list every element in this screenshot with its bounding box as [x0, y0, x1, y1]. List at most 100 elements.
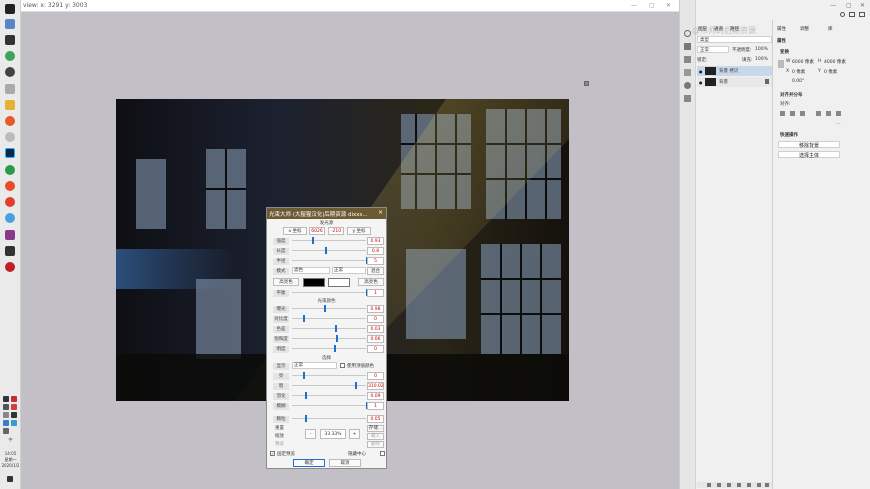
- tray-icon-8[interactable]: [11, 420, 17, 426]
- info-icon[interactable]: [684, 30, 691, 37]
- color-swatch-white[interactable]: [328, 278, 350, 287]
- tray-icon-3[interactable]: [3, 404, 9, 410]
- app-icon-8[interactable]: [5, 181, 15, 191]
- slider-value[interactable]: 0.93: [367, 237, 384, 245]
- tab-paths[interactable]: 路径: [730, 26, 739, 32]
- tray-icon-1[interactable]: [3, 396, 9, 402]
- more-options-icon[interactable]: ···: [836, 121, 841, 127]
- w-value[interactable]: 6000 像素: [792, 59, 814, 65]
- clock-time[interactable]: 14:05: [0, 451, 21, 456]
- tab-layers[interactable]: 图层: [698, 26, 707, 32]
- new-layer-icon[interactable]: [757, 483, 761, 487]
- y-value[interactable]: 0 像素: [824, 69, 837, 75]
- mode-select[interactable]: 滤色: [292, 267, 330, 274]
- slider-value[interactable]: 0.09: [367, 392, 384, 400]
- notification-icon[interactable]: [7, 476, 13, 482]
- tray-icon-4[interactable]: [11, 404, 17, 410]
- share-icon[interactable]: [859, 12, 865, 17]
- slider-value[interactable]: 0.06: [367, 335, 384, 343]
- app-icon-12[interactable]: [5, 246, 15, 256]
- folder-icon[interactable]: [5, 100, 15, 110]
- tray-icon-6[interactable]: [11, 412, 17, 418]
- slider-value[interactable]: 0.98: [367, 305, 384, 313]
- blend-mode-select[interactable]: 正常: [697, 46, 729, 53]
- y-coord-input[interactable]: -210: [328, 227, 344, 235]
- workspace-icon[interactable]: [849, 12, 855, 17]
- app-icon-9[interactable]: [5, 197, 15, 207]
- app-icon-1[interactable]: [5, 19, 15, 29]
- slider-thumb[interactable]: [336, 335, 338, 342]
- dialog-close-button[interactable]: ×: [378, 209, 383, 216]
- adjust-icon[interactable]: [684, 56, 691, 63]
- align-center-icon[interactable]: [790, 111, 795, 116]
- blend-button[interactable]: 混合: [367, 267, 384, 275]
- slider-thumb[interactable]: [303, 372, 305, 379]
- minimize-button[interactable]: —: [631, 2, 637, 9]
- eye-icon[interactable]: ●: [699, 80, 703, 85]
- slider-track[interactable]: [292, 382, 366, 389]
- layer-row[interactable]: ● 背景: [697, 77, 772, 87]
- reset-label[interactable]: 重置: [275, 425, 284, 431]
- use-color-checkbox[interactable]: [340, 363, 345, 368]
- brush-icon[interactable]: [684, 43, 691, 50]
- angle-value[interactable]: 0.00°: [792, 79, 804, 84]
- slider-track[interactable]: [292, 257, 368, 264]
- x-coord-input[interactable]: 6026: [309, 227, 325, 235]
- layer-filter[interactable]: 类型: [697, 36, 772, 43]
- slider-thumb[interactable]: [355, 382, 357, 389]
- app-icon-3[interactable]: [5, 51, 15, 61]
- panel-minimize-icon[interactable]: —: [830, 2, 836, 9]
- hide-center-checkbox[interactable]: [380, 451, 385, 456]
- slider-thumb[interactable]: [312, 237, 314, 244]
- slider-track[interactable]: [292, 345, 366, 352]
- link-layers-icon[interactable]: [707, 483, 711, 487]
- zoom-value[interactable]: 33.33%: [320, 429, 346, 439]
- app-icon-10[interactable]: [5, 213, 15, 223]
- slider-thumb[interactable]: [303, 315, 305, 322]
- windows-start-icon[interactable]: [5, 4, 15, 14]
- app-icon-11[interactable]: [5, 230, 15, 240]
- tab-properties[interactable]: 属性: [777, 26, 786, 32]
- tab-channels[interactable]: 通道: [714, 26, 723, 32]
- slider-thumb[interactable]: [325, 247, 327, 254]
- slider-thumb[interactable]: [335, 325, 337, 332]
- slider-value[interactable]: 0: [367, 315, 384, 323]
- slider-thumb[interactable]: [305, 392, 307, 399]
- chrome-icon[interactable]: [5, 165, 15, 175]
- slider-thumb[interactable]: [334, 345, 336, 352]
- fill-value[interactable]: 100%: [755, 57, 768, 62]
- display-select[interactable]: 正常: [292, 362, 337, 369]
- opacity-value[interactable]: 100%: [755, 47, 768, 52]
- slider-track[interactable]: [292, 325, 366, 332]
- slider-value[interactable]: 0.03: [367, 325, 384, 333]
- mask-icon[interactable]: [727, 483, 731, 487]
- app-icon-2[interactable]: [5, 35, 15, 45]
- align-left-icon[interactable]: [780, 111, 785, 116]
- cancel-button[interactable]: 取消: [329, 459, 361, 467]
- link-icon[interactable]: [778, 60, 784, 68]
- slider-thumb[interactable]: [305, 415, 307, 422]
- trash-icon[interactable]: [765, 483, 769, 487]
- align-right-icon[interactable]: [800, 111, 805, 116]
- panel-maximize-icon[interactable]: ▢: [846, 2, 852, 9]
- tab-library[interactable]: 库: [828, 26, 833, 32]
- slider-track[interactable]: [292, 289, 368, 296]
- slider-value[interactable]: 5: [367, 257, 384, 265]
- fx-icon[interactable]: [717, 483, 721, 487]
- color-icon[interactable]: [684, 82, 691, 89]
- tray-icon-2[interactable]: [11, 396, 17, 402]
- history-icon[interactable]: [684, 69, 691, 76]
- color-swatch-black[interactable]: [303, 278, 325, 287]
- slider-value[interactable]: 0: [367, 345, 384, 353]
- load-preset-button[interactable]: 载入: [367, 433, 384, 440]
- tab-adjust[interactable]: 调整: [800, 26, 809, 32]
- h-value[interactable]: 4000 像素: [824, 59, 846, 65]
- adjustment-layer-icon[interactable]: [737, 483, 741, 487]
- slider-value[interactable]: 1: [367, 402, 384, 410]
- app-icon-6[interactable]: [5, 116, 15, 126]
- app-icon-7[interactable]: [5, 132, 15, 142]
- tray-icon-9[interactable]: [3, 428, 9, 434]
- app-icon-5[interactable]: [5, 84, 15, 94]
- layer-row[interactable]: ● 背景 拷贝: [697, 66, 772, 76]
- slider-track[interactable]: [292, 372, 366, 379]
